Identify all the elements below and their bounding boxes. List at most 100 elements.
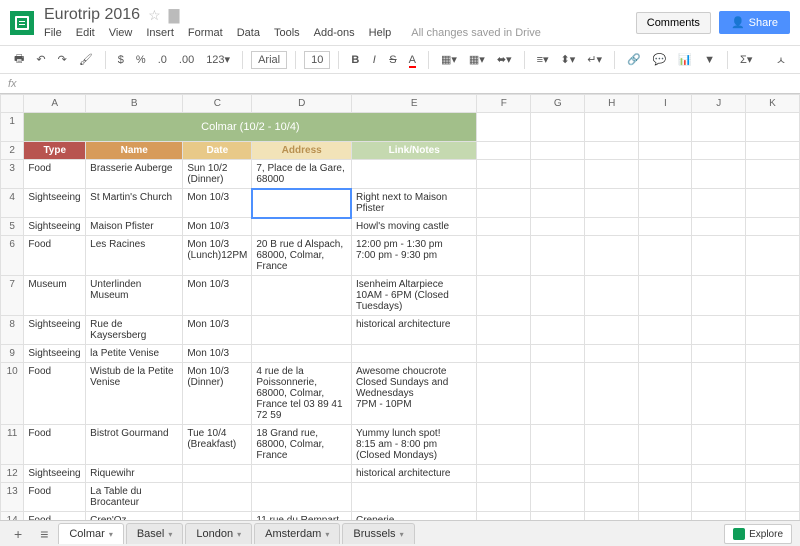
cell-address[interactable]: 20 B rue d Alspach, 68000, Colmar, Franc… bbox=[252, 236, 352, 276]
menu-view[interactable]: View bbox=[109, 27, 133, 39]
functions-icon[interactable]: Σ▾ bbox=[736, 51, 756, 68]
cell-address[interactable] bbox=[252, 218, 352, 236]
menu-add-ons[interactable]: Add-ons bbox=[314, 27, 355, 39]
wrap-icon[interactable]: ↵▾ bbox=[583, 51, 606, 68]
cell-date[interactable]: Mon 10/3 bbox=[183, 276, 252, 316]
sheet-tab-basel[interactable]: Basel▾ bbox=[126, 523, 184, 544]
header-link[interactable]: Link/Notes bbox=[351, 142, 476, 160]
cell-type[interactable]: Sightseeing bbox=[24, 189, 86, 218]
explore-button[interactable]: Explore bbox=[724, 524, 792, 544]
bold-icon[interactable]: B bbox=[347, 52, 363, 68]
font-size-select[interactable]: 10 bbox=[304, 51, 330, 69]
cell-link[interactable]: Howl's moving castle bbox=[351, 218, 476, 236]
cell-address[interactable] bbox=[252, 316, 352, 345]
all-sheets-button[interactable]: ≡ bbox=[32, 522, 56, 546]
cell-link[interactable] bbox=[351, 345, 476, 363]
cell-name[interactable]: Unterlinden Museum bbox=[86, 276, 183, 316]
cell-date[interactable]: Sun 10/2 (Dinner) bbox=[183, 160, 252, 189]
cell-address[interactable] bbox=[252, 276, 352, 316]
cell-name[interactable]: Maison Pfister bbox=[86, 218, 183, 236]
sheet-tab-london[interactable]: London▾ bbox=[185, 523, 252, 544]
cell-date[interactable] bbox=[183, 465, 252, 483]
share-button[interactable]: 👤Share bbox=[719, 11, 790, 34]
cell-name[interactable]: La Table du Brocanteur bbox=[86, 483, 183, 512]
cell-date[interactable]: Mon 10/3 bbox=[183, 345, 252, 363]
merge-icon[interactable]: ⬌▾ bbox=[493, 51, 516, 68]
cell-date[interactable]: Mon 10/3 bbox=[183, 316, 252, 345]
undo-icon[interactable]: ↶ bbox=[32, 51, 49, 68]
comment-icon[interactable]: 💬 bbox=[649, 51, 671, 68]
halign-icon[interactable]: ≡▾ bbox=[533, 51, 553, 68]
col-header[interactable]: E bbox=[351, 95, 476, 113]
cell-type[interactable]: Food bbox=[24, 425, 86, 465]
cell-link[interactable]: 12:00 pm - 1:30 pm 7:00 pm - 9:30 pm bbox=[351, 236, 476, 276]
sheet-tab-amsterdam[interactable]: Amsterdam▾ bbox=[254, 523, 340, 544]
cell-date[interactable]: Tue 10/4 (Breakfast) bbox=[183, 425, 252, 465]
cell-date[interactable]: Mon 10/3 (Dinner) bbox=[183, 363, 252, 425]
redo-icon[interactable]: ↷ bbox=[54, 51, 71, 68]
doc-title[interactable]: Eurotrip 2016 bbox=[44, 6, 140, 24]
cell-link[interactable]: historical architecture bbox=[351, 465, 476, 483]
header-date[interactable]: Date bbox=[183, 142, 252, 160]
menu-edit[interactable]: Edit bbox=[76, 27, 95, 39]
cell-address[interactable]: 4 rue de la Poissonnerie, 68000, Colmar,… bbox=[252, 363, 352, 425]
cell-date[interactable]: Mon 10/3 (Lunch)12PM bbox=[183, 236, 252, 276]
menu-data[interactable]: Data bbox=[237, 27, 260, 39]
cell-link[interactable]: historical architecture bbox=[351, 316, 476, 345]
comments-button[interactable]: Comments bbox=[636, 12, 711, 34]
cell-type[interactable]: Sightseeing bbox=[24, 345, 86, 363]
currency-icon[interactable]: $ bbox=[114, 52, 128, 68]
cell-address[interactable]: 18 Grand rue, 68000, Colmar, France bbox=[252, 425, 352, 465]
cell-link[interactable]: Yummy lunch spot! 8:15 am - 8:00 pm (Clo… bbox=[351, 425, 476, 465]
link-icon[interactable]: 🔗 bbox=[623, 51, 645, 68]
cell-address[interactable] bbox=[252, 483, 352, 512]
col-header[interactable]: C bbox=[183, 95, 252, 113]
cell-type[interactable]: Food bbox=[24, 236, 86, 276]
col-header[interactable]: K bbox=[746, 95, 800, 113]
menu-file[interactable]: File bbox=[44, 27, 62, 39]
folder-icon[interactable]: ▇ bbox=[169, 7, 180, 24]
percent-icon[interactable]: % bbox=[132, 52, 150, 68]
collapse-toolbar-icon[interactable]: ㅅ bbox=[772, 50, 790, 70]
col-header[interactable]: I bbox=[639, 95, 692, 113]
col-header[interactable]: D bbox=[252, 95, 352, 113]
cell-date[interactable] bbox=[183, 483, 252, 512]
cell-type[interactable]: Museum bbox=[24, 276, 86, 316]
borders-icon[interactable]: ▦▾ bbox=[465, 51, 489, 68]
add-sheet-button[interactable]: + bbox=[6, 522, 30, 546]
header-name[interactable]: Name bbox=[86, 142, 183, 160]
cell-name[interactable]: Bistrot Gourmand bbox=[86, 425, 183, 465]
cell-name[interactable]: Wistub de la Petite Venise bbox=[86, 363, 183, 425]
cell-type[interactable]: Sightseeing bbox=[24, 316, 86, 345]
cell-name[interactable]: Les Racines bbox=[86, 236, 183, 276]
fill-color-icon[interactable]: ▦▾ bbox=[437, 51, 461, 68]
cell-name[interactable]: Rue de Kaysersberg bbox=[86, 316, 183, 345]
font-select[interactable]: Arial bbox=[251, 51, 287, 69]
col-header[interactable]: B bbox=[86, 95, 183, 113]
italic-icon[interactable]: I bbox=[367, 52, 381, 68]
header-type[interactable]: Type bbox=[24, 142, 86, 160]
cell-link[interactable] bbox=[351, 483, 476, 512]
sheet-tab-colmar[interactable]: Colmar▾ bbox=[58, 523, 123, 544]
cell-type[interactable]: Food bbox=[24, 160, 86, 189]
paint-format-icon[interactable]: 🖌 bbox=[75, 51, 97, 68]
formula-input[interactable] bbox=[27, 78, 792, 90]
cell-link[interactable]: Right next to Maison Pfister bbox=[351, 189, 476, 218]
cell-type[interactable]: Sightseeing bbox=[24, 465, 86, 483]
col-header[interactable]: A bbox=[24, 95, 86, 113]
print-icon[interactable]: 🖶 bbox=[10, 48, 28, 71]
text-color-icon[interactable]: A bbox=[405, 52, 420, 68]
header-address[interactable]: Address bbox=[252, 142, 352, 160]
section-title[interactable]: Colmar (10/2 - 10/4) bbox=[24, 113, 477, 142]
menu-insert[interactable]: Insert bbox=[146, 27, 174, 39]
cell-type[interactable]: Sightseeing bbox=[24, 218, 86, 236]
cell-name[interactable]: Brasserie Auberge bbox=[86, 160, 183, 189]
menu-tools[interactable]: Tools bbox=[274, 27, 300, 39]
col-header[interactable]: J bbox=[692, 95, 746, 113]
col-header[interactable]: H bbox=[585, 95, 639, 113]
cell-type[interactable]: Food bbox=[24, 363, 86, 425]
cell-address[interactable] bbox=[252, 345, 352, 363]
cell-name[interactable]: Riquewihr bbox=[86, 465, 183, 483]
cell-type[interactable]: Food bbox=[24, 483, 86, 512]
cell-date[interactable]: Mon 10/3 bbox=[183, 189, 252, 218]
